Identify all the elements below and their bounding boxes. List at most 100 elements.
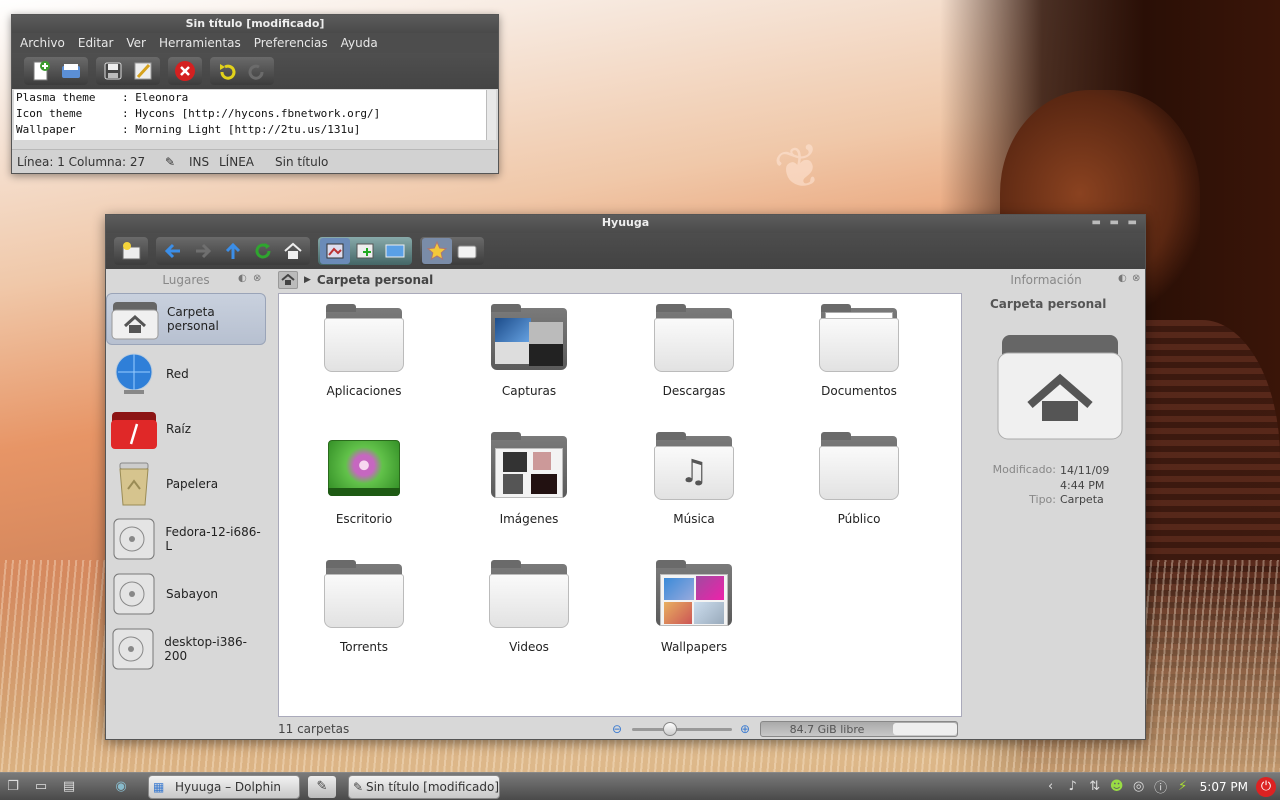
redo-button[interactable] xyxy=(242,58,272,84)
place-label: Red xyxy=(166,367,189,381)
menu-ver[interactable]: Ver xyxy=(126,36,146,50)
network-icon[interactable]: ⇅ xyxy=(1084,776,1106,798)
folder-item-descargas[interactable]: Descargas xyxy=(624,304,764,398)
file-view[interactable]: Aplicaciones Capturas Descargas Document… xyxy=(278,293,962,717)
undo-button[interactable] xyxy=(212,58,242,84)
editor-toolbar xyxy=(12,53,498,89)
home-button[interactable] xyxy=(278,238,308,264)
split-view-button[interactable] xyxy=(350,238,380,264)
info-icon[interactable]: ⓘ xyxy=(1150,776,1172,798)
save-as-button[interactable] xyxy=(128,58,158,84)
place-papelera[interactable]: Papelera xyxy=(106,458,266,510)
edit-pencil-icon: ✎ xyxy=(165,154,176,169)
power-icon[interactable]: ⏻ xyxy=(1256,776,1276,797)
menu-herramientas[interactable]: Herramientas xyxy=(159,36,241,50)
panel-close-icon[interactable]: ⊗ xyxy=(253,273,261,284)
taskbar: ❐ ▭ ▤ ◉ ▦ Hyuuga – Dolphin ✎ ✎ Sin títul… xyxy=(0,772,1280,800)
place-red[interactable]: Red xyxy=(106,348,266,400)
updates-icon[interactable]: ☻ xyxy=(1106,776,1128,798)
tray-arrow-icon[interactable]: ‹ xyxy=(1040,776,1062,798)
maximize-button[interactable]: ▬ xyxy=(1110,215,1119,231)
show-desktop-icon[interactable]: ▭ xyxy=(30,776,52,798)
favorites-button[interactable] xyxy=(422,238,452,264)
drive-icon xyxy=(110,571,158,617)
open-document-button[interactable] xyxy=(56,58,86,84)
place-fedora[interactable]: Fedora-12-i686-L xyxy=(106,513,266,565)
place-raiz[interactable]: Raíz xyxy=(106,403,266,455)
save-icon xyxy=(104,62,122,80)
task-editor[interactable]: ✎ Sin título [modificado] xyxy=(348,774,500,799)
minimize-button[interactable]: ▬ xyxy=(1092,215,1101,231)
folder-item-escritorio[interactable]: Escritorio xyxy=(294,432,434,526)
close-document-button[interactable] xyxy=(170,58,200,84)
dolphin-titlebar[interactable]: Hyuuga ▬ ▬ ▬ xyxy=(106,215,1145,233)
zoom-out-icon[interactable]: ⊖ xyxy=(612,722,632,736)
folder-item-publico[interactable]: Público xyxy=(789,432,929,526)
battery-icon[interactable]: ⚡ xyxy=(1172,776,1194,798)
zoom-slider-handle[interactable] xyxy=(663,722,678,736)
breadcrumb-home-icon[interactable] xyxy=(278,271,298,289)
split-view-icon xyxy=(356,243,374,259)
new-folder-button[interactable] xyxy=(116,238,146,264)
back-button[interactable] xyxy=(158,238,188,264)
menu-archivo[interactable]: Archivo xyxy=(20,36,65,50)
menu-ayuda[interactable]: Ayuda xyxy=(341,36,378,50)
images-folder-icon xyxy=(489,432,569,502)
menu-editar[interactable]: Editar xyxy=(78,36,114,50)
new-document-button[interactable] xyxy=(26,58,56,84)
folder-item-videos[interactable]: Videos xyxy=(459,560,599,654)
place-sabayon[interactable]: Sabayon xyxy=(106,568,266,620)
insert-mode[interactable]: INS xyxy=(189,155,219,169)
item-count: 11 carpetas xyxy=(278,722,350,736)
item-label: Documentos xyxy=(821,384,897,398)
desktop-icon xyxy=(324,432,404,502)
zoom-in-icon[interactable]: ⊕ xyxy=(740,722,760,736)
place-carpeta-personal[interactable]: Carpeta personal xyxy=(106,293,266,345)
folder-item-imagenes[interactable]: Imágenes xyxy=(459,432,599,526)
clock[interactable]: 5:07 PM xyxy=(1200,780,1248,794)
panel-detach-icon[interactable]: ◐ xyxy=(1118,273,1127,284)
save-button[interactable] xyxy=(98,58,128,84)
folder-item-musica[interactable]: ♫ Música xyxy=(624,432,764,526)
folder-item-wallpapers[interactable]: Wallpapers xyxy=(624,560,764,654)
file-manager-icon[interactable]: ▤ xyxy=(58,776,80,798)
panel-close-icon[interactable]: ⊗ xyxy=(1132,273,1140,284)
breadcrumb: ▶ Carpeta personal xyxy=(278,271,433,289)
breadcrumb-current[interactable]: Carpeta personal xyxy=(317,273,433,287)
volume-icon[interactable]: ♪ xyxy=(1062,776,1084,798)
item-label: Música xyxy=(673,512,715,526)
panel-detach-icon[interactable]: ◐ xyxy=(238,273,247,284)
editor-text-area[interactable]: Plasma theme : Eleonora Icon theme : Hyco… xyxy=(14,90,486,140)
device-notifier-icon[interactable]: ◎ xyxy=(1128,776,1150,798)
browser-icon[interactable]: ◉ xyxy=(110,776,132,798)
preview-button[interactable] xyxy=(380,238,410,264)
wallpapers-folder-icon xyxy=(654,560,734,630)
close-window-button[interactable]: ▬ xyxy=(1128,215,1137,231)
line-mode[interactable]: LÍNEA xyxy=(219,155,275,169)
icons-view-button[interactable] xyxy=(320,238,350,264)
arrow-up-icon xyxy=(225,242,241,259)
kwrite-launcher-icon[interactable]: ✎ xyxy=(308,775,336,798)
item-label: Aplicaciones xyxy=(326,384,402,398)
up-button[interactable] xyxy=(218,238,248,264)
task-dolphin[interactable]: ▦ Hyuuga – Dolphin xyxy=(148,774,300,799)
folder-icon xyxy=(819,432,899,502)
editor-titlebar[interactable]: Sin título [modificado] xyxy=(12,15,498,33)
editor-task-icon: ✎ xyxy=(353,779,364,794)
item-label: Escritorio xyxy=(335,512,393,526)
reload-icon xyxy=(255,243,271,259)
folder-item-torrents[interactable]: Torrents xyxy=(294,560,434,654)
folder-item-aplicaciones[interactable]: Aplicaciones xyxy=(294,304,434,398)
network-globe-icon xyxy=(110,351,158,397)
forward-button[interactable] xyxy=(188,238,218,264)
kde-menu-icon[interactable]: ❐ xyxy=(2,776,24,798)
folder-view-button[interactable] xyxy=(452,238,482,264)
reload-button[interactable] xyxy=(248,238,278,264)
folder-item-documentos[interactable]: Documentos xyxy=(789,304,929,398)
menu-preferencias[interactable]: Preferencias xyxy=(254,36,328,50)
info-modified-value: 14/11/09 4:44 PM xyxy=(1060,464,1110,492)
zoom-slider[interactable] xyxy=(632,722,732,736)
place-desktop-i386[interactable]: desktop-i386-200 xyxy=(106,623,266,675)
folder-item-capturas[interactable]: Capturas xyxy=(459,304,599,398)
editor-scrollbar[interactable] xyxy=(486,90,496,140)
